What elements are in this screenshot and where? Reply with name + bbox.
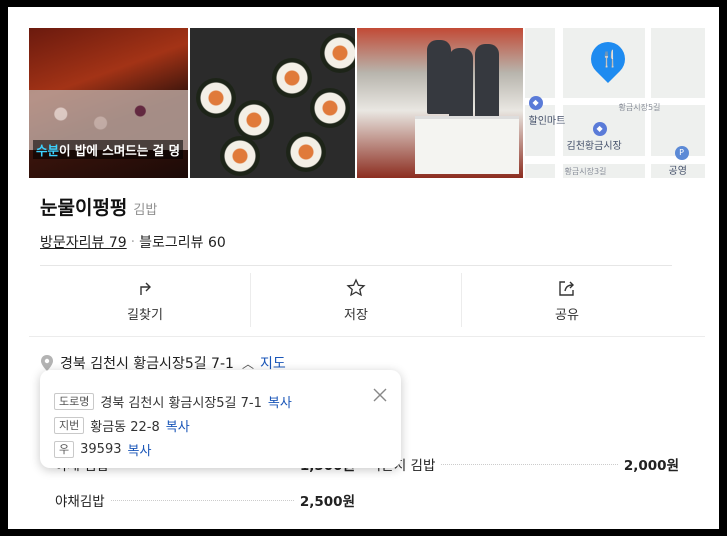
road-address: 경북 김천시 황금시장5길 7-1 <box>100 396 262 411</box>
title-row: 눈물이펑펑 김밥 <box>40 193 157 220</box>
save-button[interactable]: 저장 <box>251 273 462 327</box>
map-label-park: 공영 <box>668 166 687 177</box>
photo-caption: 수분이 밥에 스며드는 걸 뎡 <box>33 140 183 159</box>
dotted-leader <box>441 463 618 465</box>
map-label-market: 김천황금시장 <box>566 141 622 152</box>
map-label-road: 황금시장3길 <box>564 167 607 176</box>
store-counter <box>415 116 520 174</box>
road-address-line: 도로명 경북 김천시 황금시장5길 7-1 복사 <box>54 392 292 411</box>
gimbap-roll-icon <box>271 58 312 98</box>
action-bar: 길찾기 저장 공유 <box>40 265 672 335</box>
gimbap-roll-icon <box>319 33 356 73</box>
gimbap-roll-icon <box>309 88 350 128</box>
utensils-icon: 🍴 <box>599 49 620 68</box>
copy-road-button[interactable]: 복사 <box>268 392 292 411</box>
gimbap-roll-icon <box>195 78 236 118</box>
lot-address-line: 지번 황금동 22-8 복사 <box>54 416 190 435</box>
menu-item-price: 2,000원 <box>623 458 679 474</box>
menu-item-name: 야채김밥 <box>55 494 105 510</box>
mart-icon: ◆ <box>528 96 543 110</box>
copy-zip-button[interactable]: 복사 <box>127 440 151 459</box>
divider <box>29 336 705 337</box>
road-tag: 도로명 <box>54 393 95 410</box>
lot-address: 황금동 22-8 <box>90 420 160 435</box>
menu-item-price: 2,500원 <box>299 494 355 510</box>
address-popup: 도로명 경북 김천시 황금시장5길 7-1 복사 지번 황금동 22-8 복사 … <box>40 370 401 468</box>
separator-dot: · <box>130 234 136 250</box>
map-label-road: 황금시장5길 <box>618 103 661 112</box>
copy-lot-button[interactable]: 복사 <box>166 416 190 435</box>
chevron-up-icon[interactable]: ︿ <box>242 355 254 372</box>
parking-icon: P <box>674 146 689 160</box>
map-thumbnail[interactable]: 🍴 ◆ 할인마트 ◆ 김천황금시장 황금시장5길 황금시장3길 P 공영 <box>524 28 705 178</box>
review-row: 방문자리뷰 79 · 블로그리뷰 60 <box>40 232 226 252</box>
menu-item[interactable]: 야채김밥 2,500원 <box>55 490 355 510</box>
zip-tag: 우 <box>54 441 75 458</box>
share-button[interactable]: 공유 <box>462 273 672 327</box>
directions-label: 길찾기 <box>127 307 163 323</box>
directions-button[interactable]: 길찾기 <box>40 273 251 327</box>
gimbap-roll-icon <box>219 136 260 176</box>
dotted-leader <box>110 499 294 501</box>
place-card: 수분이 밥에 스며드는 걸 뎡 🍴 ◆ 할인마트 ◆ 김천황금시장 황금시장5길… <box>29 28 705 513</box>
place-name: 눈물이펑펑 <box>40 197 128 219</box>
close-icon[interactable] <box>373 388 387 402</box>
photo-rice[interactable]: 수분이 밥에 스며드는 걸 뎡 <box>29 28 188 178</box>
market-icon: ◆ <box>592 122 607 136</box>
zip-line: 우 39593 복사 <box>54 440 151 459</box>
share-label: 공유 <box>555 307 579 323</box>
directions-icon <box>140 282 151 295</box>
share-icon <box>559 280 574 296</box>
photo-gimbap[interactable] <box>189 28 356 178</box>
person-figure <box>475 44 500 118</box>
map-label-mart: 할인마트 <box>528 116 566 127</box>
blog-reviews-link[interactable]: 블로그리뷰 60 <box>139 232 226 252</box>
star-icon <box>346 277 366 296</box>
photo-strip[interactable]: 수분이 밥에 스며드는 걸 뎡 🍴 ◆ 할인마트 ◆ 김천황금시장 황금시장5길… <box>29 28 705 178</box>
zip-code: 39593 <box>80 442 122 457</box>
screenshot-frame: 수분이 밥에 스며드는 걸 뎡 🍴 ◆ 할인마트 ◆ 김천황금시장 황금시장5길… <box>8 7 719 529</box>
gimbap-roll-icon <box>233 100 274 140</box>
location-pin-icon <box>41 355 53 371</box>
menu-item[interactable]: 묵은지 김밥 2,000원 <box>369 454 679 474</box>
gimbap-roll-icon <box>285 132 326 172</box>
person-figure <box>427 40 452 114</box>
place-category: 김밥 <box>133 203 158 218</box>
lot-tag: 지번 <box>54 417 85 434</box>
photo-store-interior[interactable] <box>357 28 523 178</box>
save-label: 저장 <box>344 307 368 323</box>
person-figure <box>449 48 474 122</box>
visitor-reviews-link[interactable]: 방문자리뷰 79 <box>40 232 127 252</box>
